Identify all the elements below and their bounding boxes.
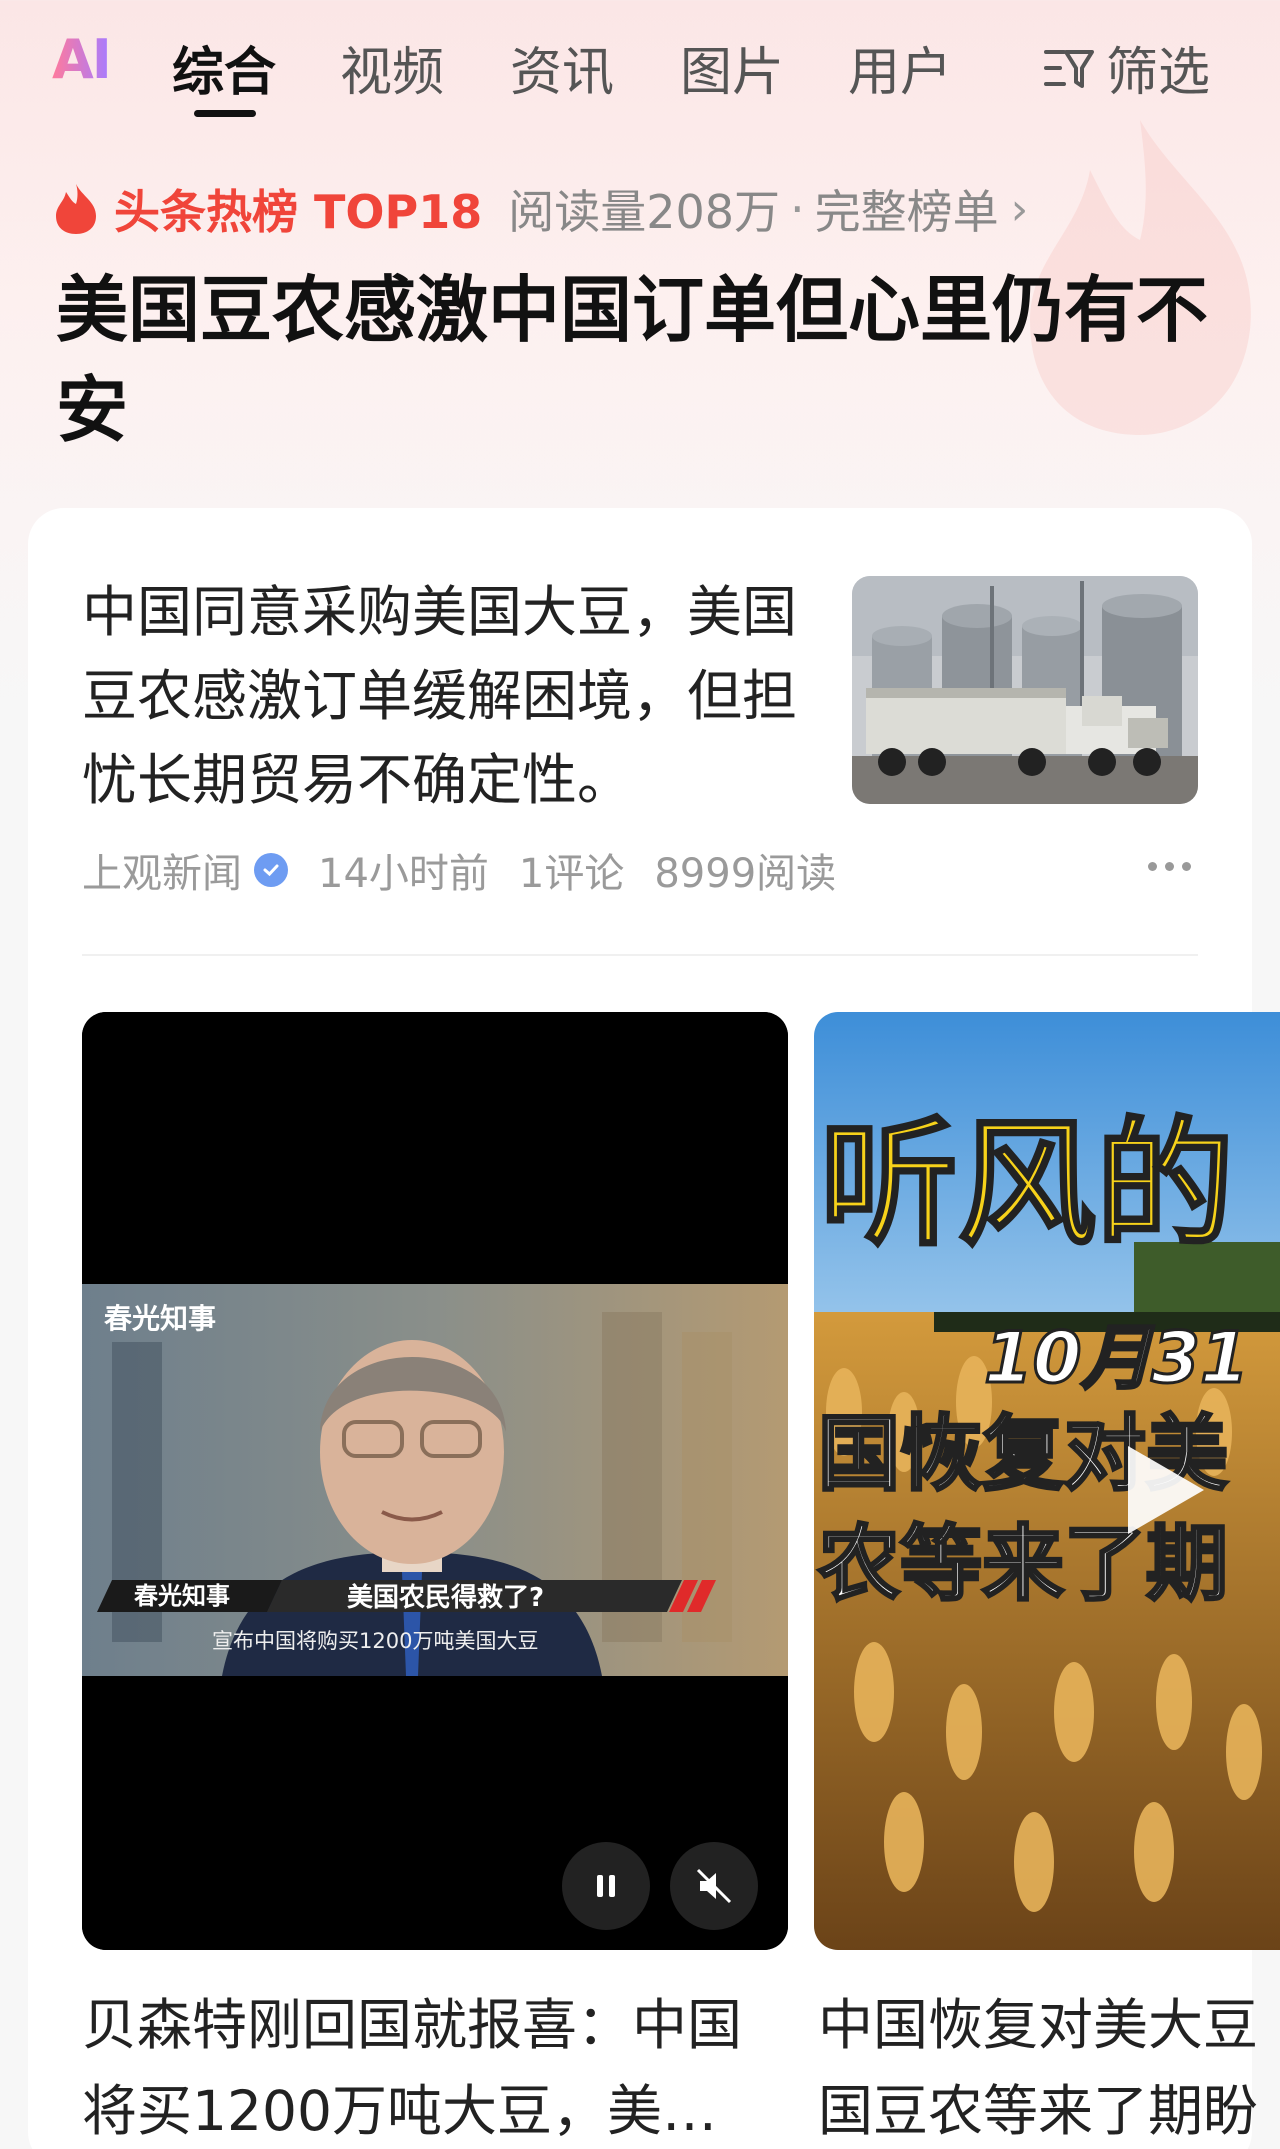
tab-comprehensive[interactable]: 综合 (172, 30, 276, 105)
video-2-title[interactable]: 中国恢复对美大豆国豆农等来了期盼 (818, 1982, 1280, 2149)
page-title: 美国豆农感激中国订单但心里仍有不安 (56, 268, 1209, 452)
search-tab-bar: AI 综合 视频 资讯 图片 用户 筛选 (0, 0, 1280, 130)
verified-check-icon (254, 853, 288, 887)
article-summary[interactable]: 中国同意采购美国大豆，美国豆农感激订单缓解困境，但担忧长期贸易不确定性。 (82, 570, 802, 822)
full-list-link[interactable]: 完整榜单 (815, 176, 999, 242)
comment-count[interactable]: 1评论 (519, 841, 624, 899)
tab-users[interactable]: 用户 (848, 30, 952, 105)
ai-tab-logo[interactable]: AI (52, 28, 112, 91)
video-subtitle: 宣布中国将购买1200万吨美国大豆 (212, 1629, 538, 1653)
hotlist-reads: 阅读量208万 (508, 185, 781, 239)
publish-time: 14小时前 (318, 851, 489, 897)
hotlist-banner[interactable]: 头条热榜 TOP18 阅读量208万 · 完整榜单 › (52, 176, 1028, 242)
channel-logo: 春光知事 (104, 1302, 216, 1335)
tab-images[interactable]: 图片 (680, 30, 784, 105)
overlay-headline: 听风的 (820, 1104, 1234, 1265)
play-icon[interactable] (1120, 1440, 1210, 1540)
article-thumbnail[interactable] (852, 576, 1198, 804)
hotlist-rank: 头条热榜 TOP18 (114, 185, 483, 239)
video-player-2[interactable]: 听风的 10月31 国恢复对美 农等来了期 (814, 1012, 1280, 1950)
pause-button[interactable] (562, 1842, 650, 1930)
overlay-date: 10月31 (984, 1317, 1249, 1399)
lower-third-logo: 春光知事 (134, 1582, 230, 1610)
volume-muted-icon (696, 1868, 732, 1904)
hotlist-separator: · (790, 182, 805, 236)
filter-button[interactable]: 筛选 (1040, 30, 1210, 105)
tab-news[interactable]: 资讯 (510, 30, 614, 105)
more-options-icon[interactable] (1148, 862, 1191, 871)
filter-icon (1044, 49, 1094, 88)
read-count: 8999阅读 (654, 851, 837, 897)
chevron-right-icon: › (1010, 183, 1029, 235)
source-name[interactable]: 上观新闻 (82, 841, 242, 899)
active-tab-indicator (194, 110, 256, 117)
video-player-1[interactable]: 春光知事 美国农民得救了? 宣布中国将购买1200万吨美国大豆 春光知事 (82, 1012, 788, 1950)
filter-label: 筛选 (1106, 43, 1211, 103)
lower-third-title: 美国农民得救了? (347, 1582, 544, 1613)
video-frame-news-anchor: 春光知事 美国农民得救了? 宣布中国将购买1200万吨美国大豆 春光知事 (82, 1012, 788, 1950)
divider (82, 954, 1198, 956)
video-1-title[interactable]: 贝森特刚回国就报喜：中国将买1200万吨大豆，美… (82, 1982, 788, 2149)
mute-button[interactable] (670, 1842, 758, 1930)
pause-icon (597, 1875, 615, 1897)
tab-video[interactable]: 视频 (340, 30, 444, 105)
article-meta: 上观新闻 14小时前 1评论 8999阅读 (82, 840, 836, 900)
soybean-field-thumbnail: 听风的 10月31 国恢复对美 农等来了期 (814, 1012, 1280, 1950)
fire-icon (56, 184, 96, 234)
grain-truck-image (852, 576, 1198, 804)
